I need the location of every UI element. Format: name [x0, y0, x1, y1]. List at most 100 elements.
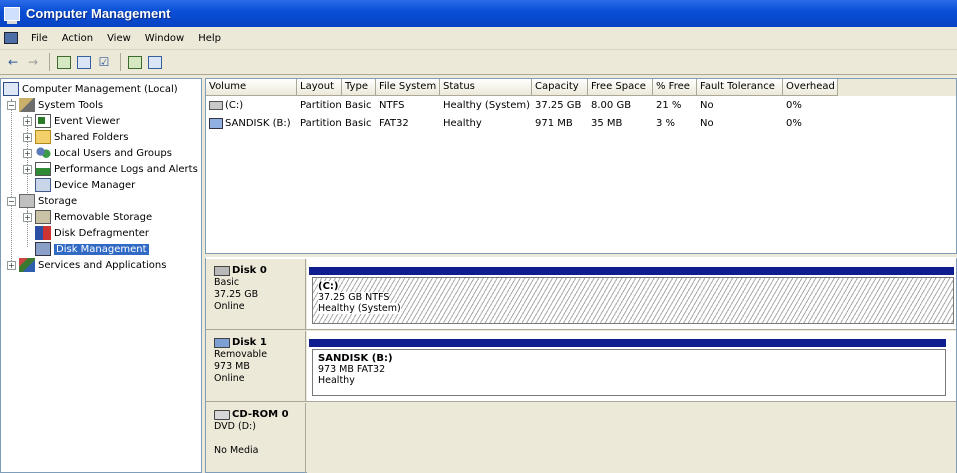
- cell-status: Healthy: [443, 118, 482, 129]
- computer-icon: [3, 82, 19, 96]
- partition-status: Healthy (System): [318, 303, 401, 314]
- tree-label: System Tools: [38, 99, 104, 111]
- tree-label: Disk Defragmenter: [54, 227, 150, 239]
- partition-size: 973 MB FAT32: [318, 364, 386, 375]
- cdrom-0-area: [307, 403, 956, 473]
- menu-file[interactable]: File: [24, 33, 55, 44]
- forward-arrow-icon[interactable]: →: [24, 53, 42, 71]
- tree-item-removable-storage[interactable]: + Removable Storage: [23, 209, 152, 225]
- title-bar[interactable]: Computer Management: [0, 0, 957, 27]
- disk-0-row[interactable]: Disk 0 Basic 37.25 GB Online (C:) 37.25 …: [206, 259, 956, 330]
- tree-label: Shared Folders: [54, 131, 129, 143]
- partition-b[interactable]: SANDISK (B:) 973 MB FAT32 Healthy: [312, 349, 946, 396]
- column-header-overhead[interactable]: Overhead: [783, 79, 838, 96]
- disk-size: 37.25 GB: [214, 289, 259, 300]
- tree-label: Services and Applications: [38, 259, 167, 271]
- usb-drive-icon: [209, 117, 223, 129]
- expand-icon[interactable]: +: [23, 116, 32, 126]
- tree-item-services[interactable]: + Services and Applications: [7, 257, 166, 273]
- expand-icon[interactable]: +: [23, 164, 32, 174]
- volume-list: Volume Layout Type File System Status Ca…: [205, 78, 957, 254]
- menu-action[interactable]: Action: [55, 33, 100, 44]
- cell-type: Basic: [345, 118, 372, 129]
- column-header-layout[interactable]: Layout: [297, 79, 342, 96]
- tree-label-selected: Disk Management: [54, 243, 149, 255]
- cell-free-space: 8.00 GB: [591, 100, 632, 111]
- properties-icon[interactable]: ☑: [95, 53, 113, 71]
- refresh-icon[interactable]: [126, 53, 144, 71]
- column-header-fault-tolerance[interactable]: Fault Tolerance: [697, 79, 783, 96]
- tree-item-device-manager[interactable]: Device Manager: [35, 177, 135, 193]
- computer-management-icon: [4, 6, 20, 24]
- column-header-status[interactable]: Status: [440, 79, 532, 96]
- system-menu-icon[interactable]: [4, 32, 18, 44]
- disk-management-icon: [35, 242, 51, 256]
- column-header-free-space[interactable]: Free Space: [588, 79, 653, 96]
- column-header-file-system[interactable]: File System: [376, 79, 440, 96]
- cell-volume: SANDISK (B:): [206, 116, 297, 131]
- collapse-icon[interactable]: −: [7, 100, 16, 110]
- tree-item-disk-defragmenter[interactable]: Disk Defragmenter: [35, 225, 149, 241]
- help-icon[interactable]: [146, 53, 164, 71]
- disk-name: Disk 0: [232, 265, 267, 276]
- tree-item-local-users[interactable]: + Local Users and Groups: [23, 145, 172, 161]
- up-folder-icon[interactable]: [55, 53, 73, 71]
- defragmenter-icon: [35, 226, 51, 240]
- tree-item-root[interactable]: Computer Management (Local): [3, 81, 178, 97]
- disk-state: Online: [214, 301, 245, 312]
- cdrom-0-row[interactable]: CD-ROM 0 DVD (D:) No Media: [206, 403, 956, 473]
- disk-type: Basic: [214, 277, 240, 288]
- tree-item-event-viewer[interactable]: + Event Viewer: [23, 113, 120, 129]
- users-icon: [35, 146, 51, 160]
- disk-1-area: SANDISK (B:) 973 MB FAT32 Healthy: [307, 331, 956, 401]
- cell-layout: Partition: [300, 118, 342, 129]
- cdrom-0-info[interactable]: CD-ROM 0 DVD (D:) No Media: [206, 403, 306, 473]
- tree-label: Storage: [38, 195, 78, 207]
- menu-view[interactable]: View: [100, 33, 138, 44]
- expand-icon[interactable]: +: [23, 212, 32, 222]
- expand-icon[interactable]: +: [23, 148, 32, 158]
- column-header-volume[interactable]: Volume: [206, 79, 297, 96]
- expand-icon[interactable]: +: [23, 132, 32, 142]
- table-row[interactable]: SANDISK (B:) Partition Basic FAT32 Healt…: [206, 116, 956, 131]
- disk-type: DVD (D:): [214, 421, 256, 432]
- cell-fault-tolerance: No: [700, 100, 714, 111]
- column-header-capacity[interactable]: Capacity: [532, 79, 588, 96]
- cell-overhead: 0%: [786, 100, 802, 111]
- tree-label: Device Manager: [54, 179, 136, 191]
- tree-item-system-tools[interactable]: − System Tools: [7, 97, 103, 113]
- collapse-icon[interactable]: −: [7, 196, 16, 206]
- cell-volume: (C:): [206, 98, 297, 113]
- tree-item-storage[interactable]: − Storage: [7, 193, 77, 209]
- menu-bar: File Action View Window Help: [0, 27, 957, 50]
- table-row[interactable]: (C:) Partition Basic NTFS Healthy (Syste…: [206, 98, 956, 113]
- show-hide-tree-icon[interactable]: [75, 53, 93, 71]
- menu-window[interactable]: Window: [138, 33, 191, 44]
- tree-item-shared-folders[interactable]: + Shared Folders: [23, 129, 129, 145]
- menu-help[interactable]: Help: [191, 33, 228, 44]
- tree-label: Computer Management (Local): [22, 83, 178, 95]
- partition-c[interactable]: (C:) 37.25 GB NTFS Healthy (System): [312, 277, 954, 324]
- toolbar-separator: [120, 53, 121, 71]
- tree-item-disk-management[interactable]: Disk Management: [35, 241, 149, 257]
- expand-icon[interactable]: +: [7, 260, 16, 270]
- disk-1-row[interactable]: Disk 1 Removable 973 MB Online SANDISK (…: [206, 331, 956, 402]
- volume-list-header: Volume Layout Type File System Status Ca…: [206, 79, 956, 96]
- tree-item-performance-logs[interactable]: + Performance Logs and Alerts: [23, 161, 198, 177]
- cell-percent-free: 21 %: [656, 100, 682, 111]
- back-arrow-icon[interactable]: ←: [4, 53, 22, 71]
- cell-free-space: 35 MB: [591, 118, 623, 129]
- column-header-percent-free[interactable]: % Free: [653, 79, 697, 96]
- storage-icon: [19, 194, 35, 208]
- disk-1-info[interactable]: Disk 1 Removable 973 MB Online: [206, 331, 306, 401]
- disk-state: No Media: [214, 445, 259, 456]
- disk-0-info[interactable]: Disk 0 Basic 37.25 GB Online: [206, 259, 306, 329]
- tools-icon: [19, 98, 35, 112]
- device-manager-icon: [35, 178, 51, 192]
- services-icon: [19, 258, 35, 272]
- disk-type: Removable: [214, 349, 268, 360]
- partition-size: 37.25 GB NTFS: [318, 292, 390, 303]
- cell-type: Basic: [345, 100, 372, 111]
- partition-header-bar: [309, 267, 954, 275]
- column-header-type[interactable]: Type: [342, 79, 376, 96]
